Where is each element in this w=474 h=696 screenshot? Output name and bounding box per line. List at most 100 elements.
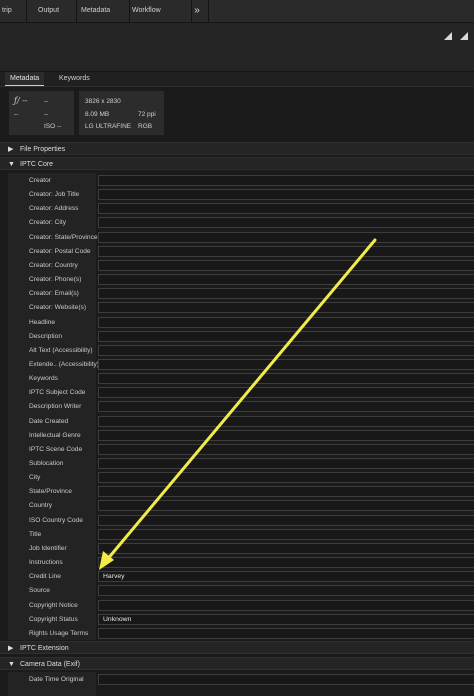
content-area <box>0 23 474 72</box>
creator-job-title-input[interactable] <box>98 189 474 201</box>
sort-ascending-icon[interactable] <box>444 32 452 40</box>
field-label: Intellectual Genre <box>29 431 81 439</box>
field-label: Copyright Notice <box>29 601 78 609</box>
alt-text-accessibility-input[interactable] <box>98 344 474 356</box>
field-label: Credit Line <box>29 573 61 581</box>
more-tabs-chevron-icon[interactable]: » <box>186 0 209 22</box>
field-row-creator-website-s: Creator: Website(s) <box>0 301 474 315</box>
creator-input[interactable] <box>98 175 474 186</box>
field-row-city: City <box>0 471 474 485</box>
creator-phone-s-input[interactable] <box>98 274 474 286</box>
headline-input[interactable] <box>98 316 474 328</box>
field-label: Headline <box>29 318 56 326</box>
field-label: Creator: City <box>29 219 67 227</box>
field-label: Extende.. (Accessibility) <box>29 360 99 368</box>
dimensions-value: 3826 x 2830 <box>85 98 121 105</box>
section-iptc-extension[interactable]: ▶ IPTC Extension <box>0 641 474 654</box>
title-input[interactable] <box>98 528 474 540</box>
field-row-job-identifier: Job Identifier <box>0 542 474 556</box>
date-time-original-input[interactable] <box>98 674 474 685</box>
field-label: Instructions <box>29 559 63 567</box>
copyright-status-input[interactable]: Unknown <box>98 613 474 625</box>
field-label: Sublocation <box>29 460 64 467</box>
instructions-input[interactable] <box>98 557 474 569</box>
field-label: Creator: Email(s) <box>29 290 79 298</box>
field-label: State/Province <box>29 488 72 496</box>
rights-usage-terms-input[interactable] <box>98 627 474 639</box>
field-row-extende-accessibility: Extende.. (Accessibility) <box>0 358 474 372</box>
iptc-scene-code-input[interactable] <box>98 443 474 455</box>
sublocation-input[interactable] <box>98 458 474 469</box>
creator-postal-code-input[interactable] <box>98 245 474 257</box>
keywords-input[interactable] <box>98 373 474 385</box>
field-label: Creator: Job Title <box>29 191 80 199</box>
field-label: Source <box>29 587 50 595</box>
tab-metadata-panel[interactable]: Metadata <box>5 72 45 86</box>
color-profile-value: LG ULTRAFINE <box>85 123 132 130</box>
aperture-value: ƒ/ -- <box>14 96 28 105</box>
field-row-credit-line: Credit Line Harvey <box>0 570 474 584</box>
field-row-description-writer: Description Writer <box>0 400 474 414</box>
creator-website-s-input[interactable] <box>98 302 474 314</box>
field-row-date-time-original: Date Time Original <box>0 673 474 687</box>
field-label: City <box>29 474 41 482</box>
iso-country-code-input[interactable] <box>98 514 474 526</box>
date-created-input[interactable] <box>98 415 474 427</box>
intellectual-genre-input[interactable] <box>98 429 474 441</box>
tab-keywords-panel[interactable]: Keywords <box>59 72 90 86</box>
field-row-instructions: Instructions <box>0 556 474 570</box>
field-label: Creator: Country <box>29 261 78 269</box>
field-label: Job Identifier <box>29 544 67 552</box>
field-row-creator-job-title: Creator: Job Title <box>0 188 474 202</box>
sort-order-icon[interactable] <box>460 32 468 40</box>
field-row-country: Country <box>0 499 474 513</box>
field-label: Description <box>29 332 62 340</box>
description-input[interactable] <box>98 330 474 342</box>
creator-address-input[interactable] <box>98 203 474 215</box>
country-input[interactable] <box>98 500 474 512</box>
tab-workflow[interactable]: Workflow <box>120 0 192 22</box>
field-label: Date Time Original <box>29 676 84 683</box>
field-row-creator-city: Creator: City <box>0 216 474 230</box>
field-row-creator-email-s: Creator: Email(s) <box>0 287 474 301</box>
creator-city-input[interactable] <box>98 217 474 229</box>
field-row-iptc-scene-code: IPTC Scene Code <box>0 443 474 457</box>
state-province-input[interactable] <box>98 486 474 498</box>
module-tab-bar: trip Output Metadata Workflow » <box>0 0 474 23</box>
description-writer-input[interactable] <box>98 401 474 413</box>
city-input[interactable] <box>98 472 474 484</box>
section-iptc-core[interactable]: ▼ IPTC Core <box>0 157 474 170</box>
field-row-creator-state-province: Creator: State/Province <box>0 231 474 245</box>
tab-filmstrip[interactable]: trip <box>0 0 27 22</box>
field-label: ISO Country Code <box>29 516 83 524</box>
credit-line-input[interactable]: Harvey <box>98 571 474 583</box>
section-file-properties[interactable]: ▶ File Properties <box>0 142 474 155</box>
shutter-value: -- <box>44 98 49 105</box>
field-label: Creator: Website(s) <box>29 304 87 312</box>
job-identifier-input[interactable] <box>98 542 474 554</box>
source-input[interactable] <box>98 585 474 597</box>
exposure-bias-value: -- <box>14 111 19 118</box>
field-row-iso-country-code: ISO Country Code <box>0 514 474 528</box>
copyright-notice-input[interactable] <box>98 599 474 611</box>
creator-state-province-input[interactable] <box>98 231 474 243</box>
field-label: Rights Usage Terms <box>29 629 89 637</box>
field-row-description: Description <box>0 330 474 344</box>
creator-email-s-input[interactable] <box>98 288 474 300</box>
extende-accessibility-input[interactable] <box>98 358 474 370</box>
field-row-creator: Creator <box>0 174 474 188</box>
section-title: IPTC Extension <box>20 645 69 652</box>
field-label: Description Writer <box>29 403 82 411</box>
section-title: Camera Data (Exif) <box>20 661 80 668</box>
field-label: Keywords <box>29 375 58 383</box>
field-label: Title <box>29 530 42 538</box>
iptc-subject-code-input[interactable] <box>98 387 474 399</box>
field-label: Creator: Address <box>29 205 79 213</box>
creator-country-input[interactable] <box>98 259 474 271</box>
section-camera-data[interactable]: ▼ Camera Data (Exif) <box>0 657 474 670</box>
field-label: Copyright Status <box>29 615 78 623</box>
field-row-alt-text-accessibility: Alt Text (Accessibility) <box>0 344 474 358</box>
field-row-creator-postal-code: Creator: Postal Code <box>0 245 474 259</box>
field-label: IPTC Scene Code <box>29 445 83 453</box>
disclosure-collapsed-icon: ▶ <box>8 645 14 652</box>
